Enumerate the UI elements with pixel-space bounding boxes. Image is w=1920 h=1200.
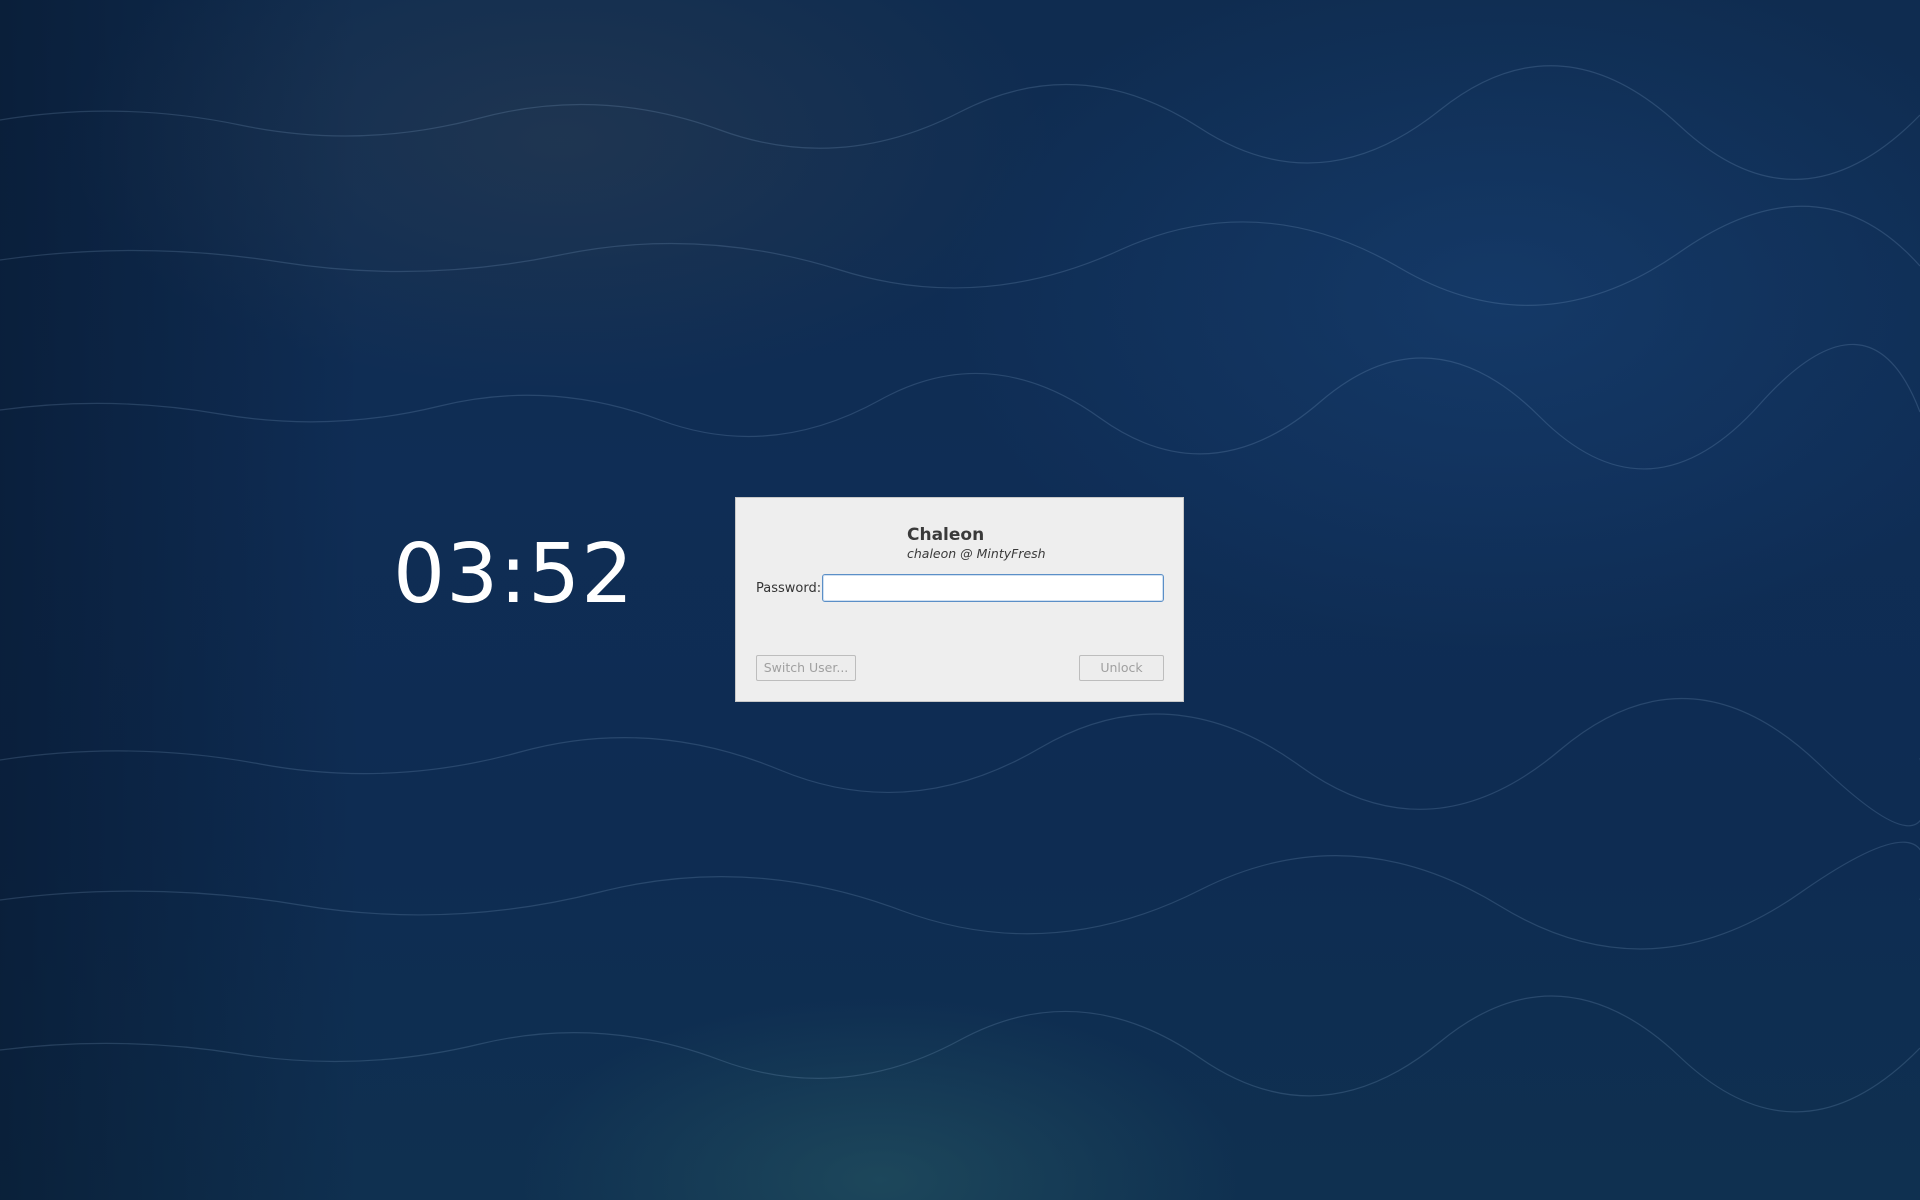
unlock-button[interactable]: Unlock [1079, 655, 1164, 681]
lockscreen-clock: 03:52 [393, 527, 635, 622]
password-input[interactable] [822, 574, 1164, 602]
switch-user-button[interactable]: Switch User... [756, 655, 856, 681]
user-at-host: chaleon @ MintyFresh [907, 546, 1046, 561]
unlock-dialog: Chaleon chaleon @ MintyFresh Password: S… [735, 497, 1184, 702]
user-display-name: Chaleon [907, 525, 985, 545]
password-label: Password: [756, 581, 822, 596]
